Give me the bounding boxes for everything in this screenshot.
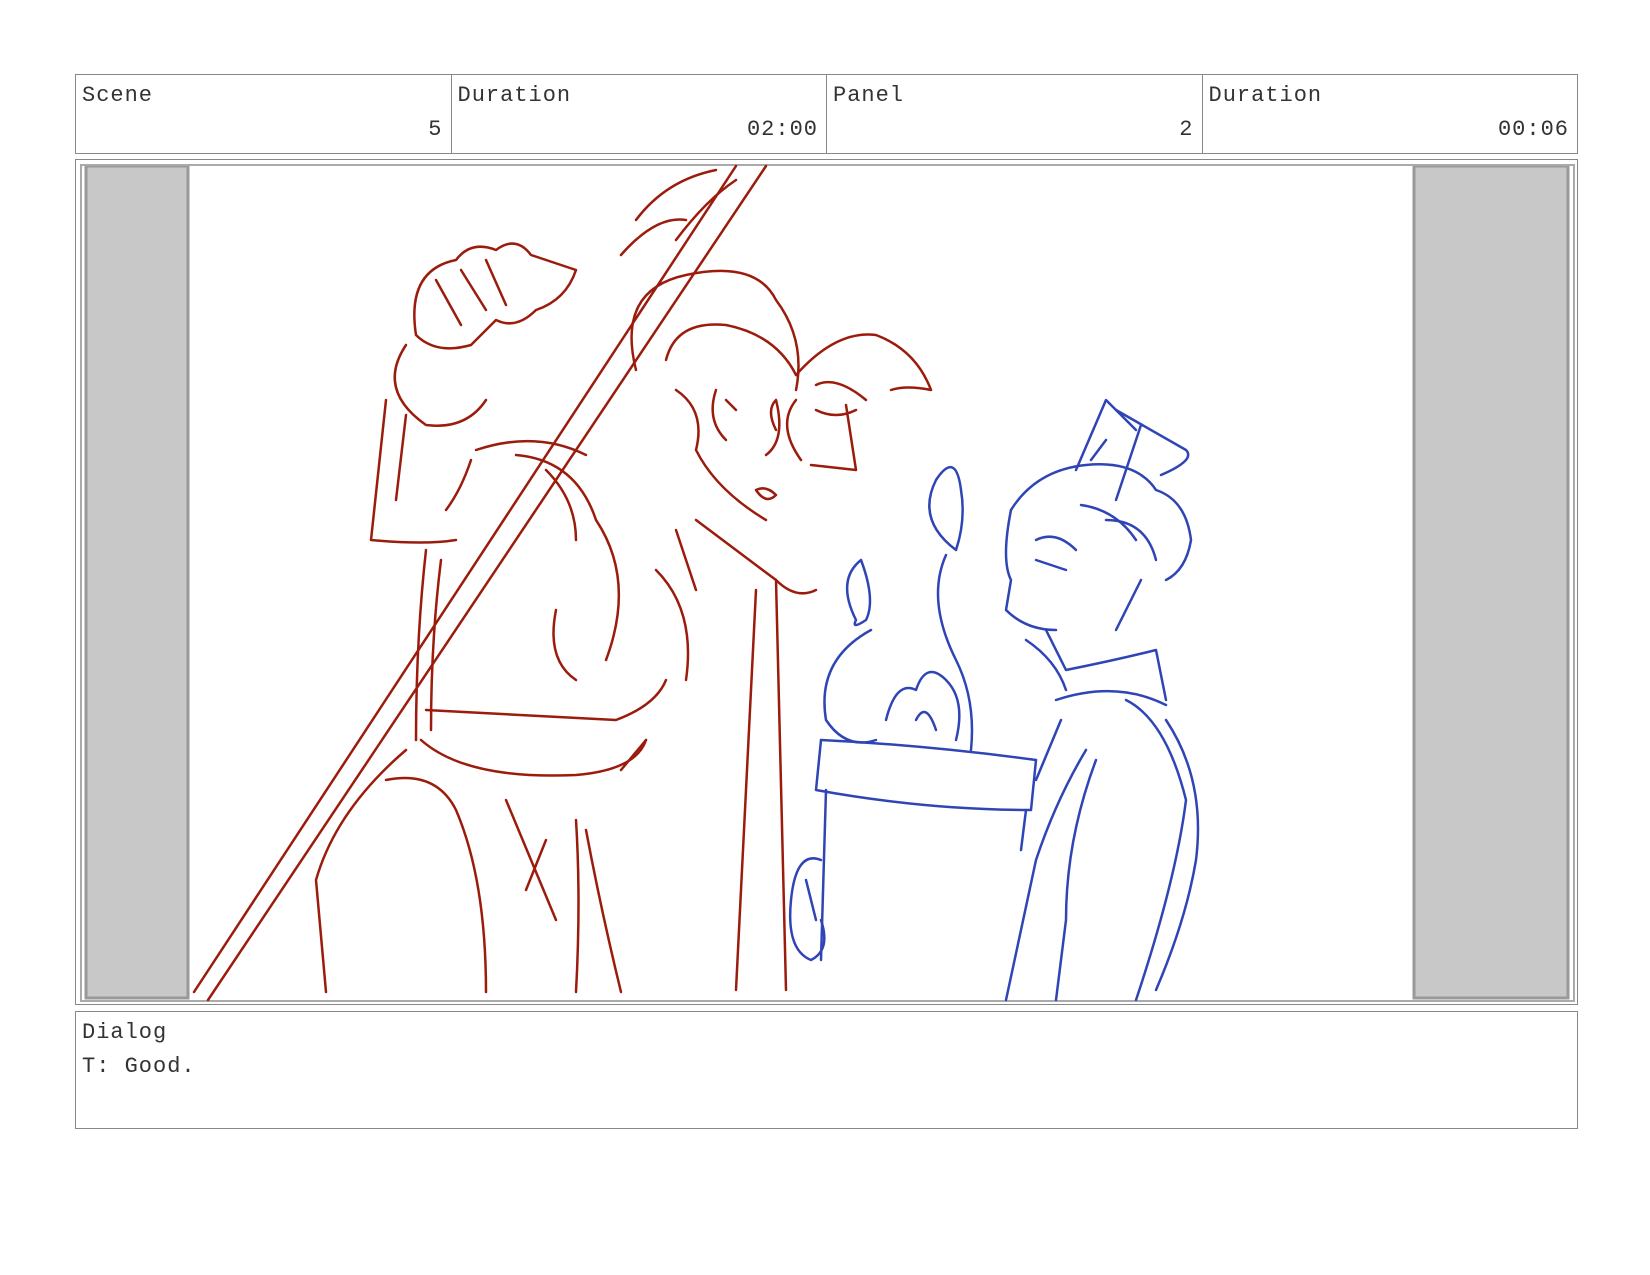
- scene-label: Scene: [82, 83, 154, 108]
- scene-cell: Scene 5: [76, 75, 452, 153]
- panel-duration-value: 00:06: [1497, 117, 1569, 142]
- right-character-sketch: [789, 398, 1200, 1002]
- panel-drawing: [80, 164, 1575, 1002]
- scene-value: 5: [428, 117, 443, 142]
- scene-duration-label: Duration: [457, 83, 572, 108]
- right-letterbox: [1412, 164, 1570, 1000]
- scene-duration-cell: Duration 02:00: [452, 75, 827, 153]
- storyboard-panel: [75, 159, 1578, 1005]
- left-character-sketch: [192, 164, 933, 1002]
- panel-label: Panel: [833, 83, 905, 108]
- storyboard-header: Scene 5 Duration 02:00 Panel 2 Duration …: [75, 74, 1578, 154]
- dialog-text: T: Good.: [82, 1054, 196, 1079]
- panel-duration-cell: Duration 00:06: [1203, 75, 1578, 153]
- dialog-box: Dialog T: Good.: [75, 1011, 1578, 1129]
- panel-cell: Panel 2: [827, 75, 1203, 153]
- scene-duration-value: 02:00: [746, 117, 818, 142]
- dialog-label: Dialog: [82, 1020, 168, 1045]
- panel-duration-label: Duration: [1208, 83, 1323, 108]
- panel-value: 2: [1179, 117, 1194, 142]
- left-letterbox: [84, 164, 190, 1000]
